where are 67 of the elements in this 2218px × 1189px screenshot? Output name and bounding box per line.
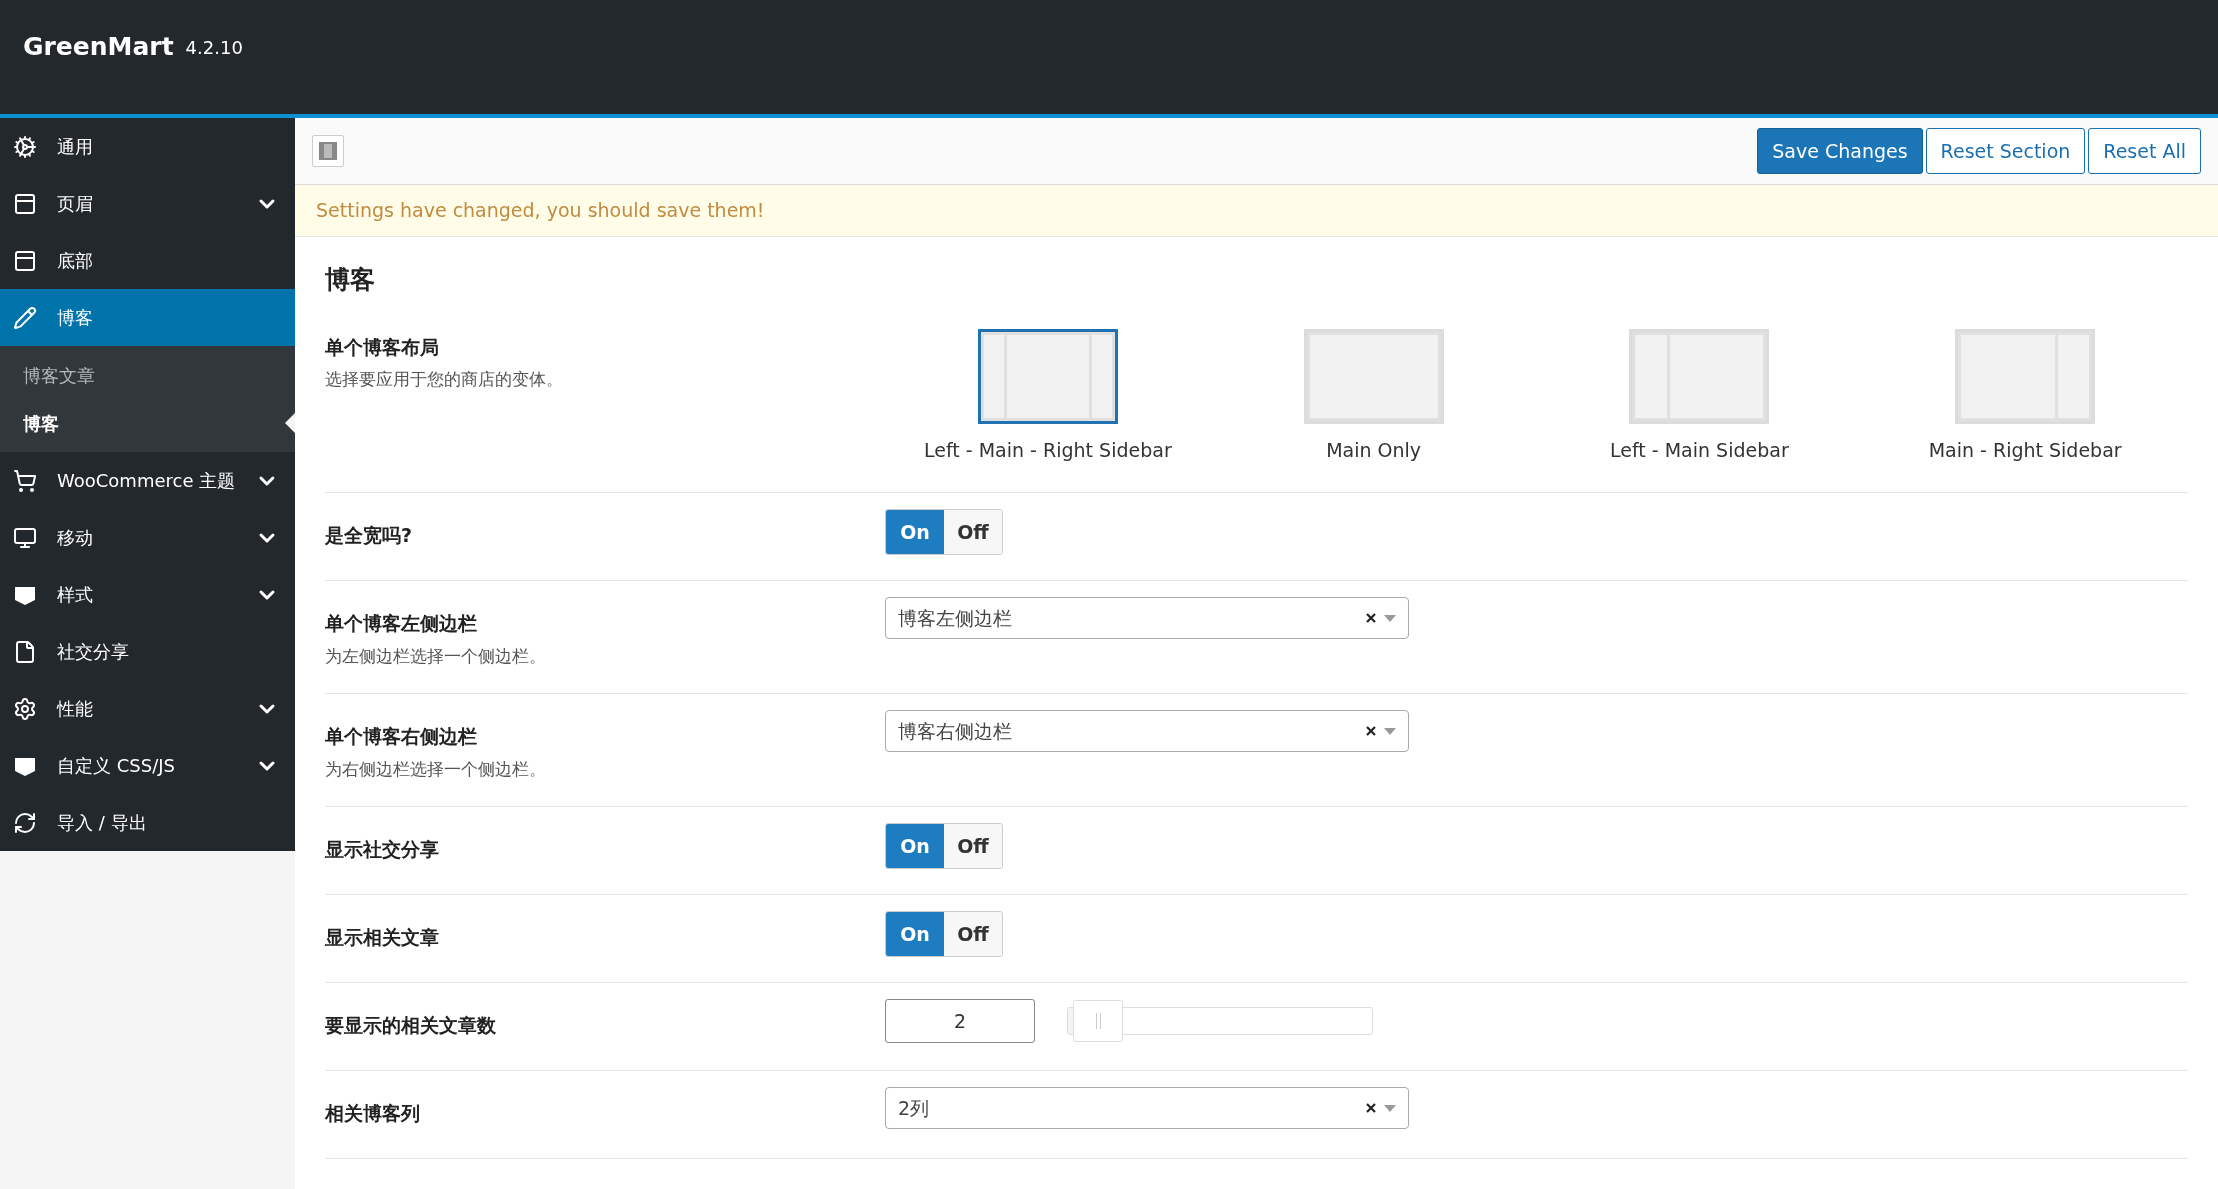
dropdown-arrow-icon [1384,1104,1396,1112]
off-option[interactable]: Off [944,912,1002,956]
field-label: 显示相关文章 [325,925,440,950]
version-label: 4.2.10 [185,36,243,60]
gears-icon [13,134,37,159]
clear-icon[interactable] [1366,1103,1376,1113]
dropdown-arrow-icon [1384,614,1396,622]
field-label: 显示社交分享 [325,837,440,862]
toggle-switch[interactable]: On Off [885,509,1003,555]
panel-icon [13,248,37,273]
toolbar-button[interactable]: Reset All [2088,128,2201,174]
select-field[interactable]: 博客左侧边栏 [885,597,1409,639]
clear-icon[interactable] [1366,726,1376,736]
toggle-switch[interactable]: On Off [885,823,1003,869]
sidebar-item[interactable]: WooCommerce 主题 [0,452,295,509]
layout-thumbnail[interactable] [977,328,1118,424]
slider-handle[interactable] [1073,1000,1124,1042]
file-icon [13,639,37,664]
off-option[interactable]: Off [944,824,1002,868]
toolbar-button[interactable]: Reset Section [1925,128,2086,174]
select-field[interactable]: 博客右侧边栏 [885,710,1409,752]
active-pointer-icon [285,413,295,433]
sidebar-item[interactable]: 移动 [0,509,295,566]
panel-icon [13,191,37,216]
field-label: 单个博客右侧边栏 [325,724,478,749]
on-option[interactable]: On [886,510,944,554]
gear-icon [13,696,37,721]
field-label: 相关博客列 [325,1101,421,1126]
clear-icon[interactable] [1366,613,1376,623]
pencil-icon [13,305,37,330]
sidebar-item[interactable]: 页眉 [0,175,295,232]
submenu-item[interactable]: 博客 [0,399,295,447]
sidebar-item[interactable]: 底部 [0,232,295,289]
field-description: 为左侧边栏选择一个侧边栏。 [325,644,547,668]
field-label: 要显示的相关文章数 [325,1013,497,1038]
sidebar-item[interactable]: 通用 [0,118,295,175]
notice-text: Settings have changed, you should save them! [316,198,765,224]
layout-label: Main - Right Sidebar [1928,437,2122,463]
on-option[interactable]: On [886,912,944,956]
field-label: 是全宽吗? [325,523,414,548]
sidebar-item[interactable]: 样式 [0,566,295,623]
off-option[interactable]: Off [944,510,1002,554]
sidebar-item[interactable]: 自定义 CSS/JS [0,737,295,794]
refresh-icon [13,810,37,835]
on-option[interactable]: On [886,824,944,868]
cart-icon [13,468,37,493]
toggle-switch[interactable]: On Off [885,911,1003,957]
sidebar-item[interactable]: 导入 / 导出 [0,794,295,851]
sidebar-item[interactable]: 博客 [0,289,295,346]
submenu-item[interactable]: 博客文章 [0,351,295,399]
layout-toggle-icon[interactable] [312,135,344,167]
field-description: 为右侧边栏选择一个侧边栏。 [325,757,547,781]
select-field[interactable]: 2列 [885,1087,1409,1129]
section-title: 博客 [325,265,375,294]
field-label: 单个博客布局 [325,334,440,360]
layout-label: Main Only [1326,437,1422,463]
field-description: 选择要应用于您的商店的变体。 [325,368,564,391]
layout-label: Left - Main - Right Sidebar [924,437,1172,463]
field-label: 单个博客左侧边栏 [325,611,478,636]
monitor-icon [13,525,37,550]
dropdown-arrow-icon [1384,727,1396,735]
app-title: GreenMart [23,31,174,63]
layout-label: Left - Main Sidebar [1610,437,1789,463]
toolbar-button[interactable]: Save Changes [1757,128,1923,174]
sidebar-item[interactable]: 性能 [0,680,295,737]
number-field[interactable]: 2 [885,999,1035,1043]
sidebar-item[interactable]: 社交分享 [0,623,295,680]
